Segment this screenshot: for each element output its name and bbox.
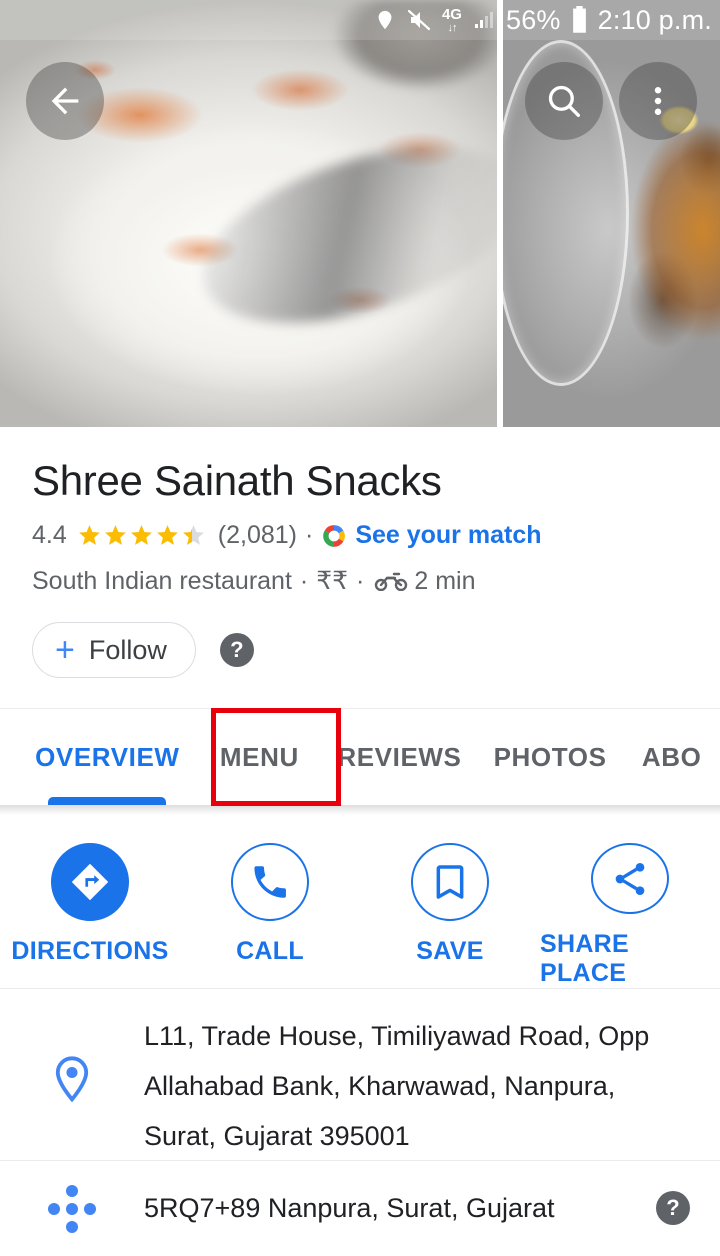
travel-time: 2 min <box>414 566 476 595</box>
action-save[interactable]: SAVE <box>360 843 540 988</box>
search-icon <box>548 85 581 118</box>
star-icon-partial <box>182 525 204 545</box>
tab-reviews[interactable]: REVIEWS <box>322 709 477 805</box>
tab-menu-label: MENU <box>219 742 299 772</box>
back-button[interactable] <box>26 62 104 140</box>
address-icon-wrap <box>0 1011 144 1113</box>
pluscode-help-button[interactable]: ? <box>656 1191 690 1225</box>
tab-reviews-label: REVIEWS <box>337 742 462 772</box>
photo-carousel[interactable] <box>0 0 720 427</box>
data-activity-arrows: ↓↑ <box>447 21 457 34</box>
save-button[interactable] <box>411 843 489 921</box>
action-button-row: DIRECTIONS CALL SAVE SHARE PLACE <box>0 815 720 988</box>
photo-secondary-image <box>503 0 720 427</box>
follow-help-button[interactable]: ? <box>219 633 254 667</box>
page-title: Shree Sainath Snacks <box>32 457 442 504</box>
address-text: L11, Trade House, Timiliyawad Road, Opp … <box>144 1021 650 1151</box>
action-share[interactable]: SHARE PLACE <box>540 843 720 988</box>
share-icon <box>615 862 645 895</box>
share-button[interactable] <box>591 843 669 914</box>
search-button[interactable] <box>525 62 603 140</box>
directions-button[interactable] <box>51 843 129 921</box>
tab-active-indicator <box>48 797 167 805</box>
pluscode-text: 5RQ7+89 Nanpura, Surat, Gujarat <box>144 1193 555 1223</box>
photo-secondary[interactable] <box>503 0 720 427</box>
follow-row: + Follow ? <box>0 596 720 678</box>
clock-label: 2:10 p.m. <box>597 4 712 35</box>
call-label: CALL <box>236 937 304 965</box>
follow-button[interactable]: + Follow <box>32 622 196 678</box>
directions-label: DIRECTIONS <box>11 937 169 965</box>
phone-icon <box>254 866 286 898</box>
rating-value: 4.4 <box>32 521 67 549</box>
star-icon <box>130 525 152 545</box>
back-arrow-icon <box>51 87 79 115</box>
meta-separator: · <box>356 566 365 595</box>
directions-arrow-icon <box>71 863 109 901</box>
place-category: South Indian restaurant <box>32 566 292 595</box>
motorcycle-icon <box>375 572 408 591</box>
status-bar: 4G ↓↑ 56% 2:10 p.m. <box>0 0 720 40</box>
meta-separator: · <box>304 521 314 549</box>
tab-bar[interactable]: OVERVIEW MENU REVIEWS PHOTOS ABO <box>0 708 720 805</box>
place-meta-row: South Indian restaurant · ₹₹ · 2 min <box>0 550 720 596</box>
signal-bars-icon <box>474 12 493 28</box>
review-count: (2,081) <box>217 521 297 549</box>
star-icon <box>78 525 100 545</box>
action-directions[interactable]: DIRECTIONS <box>0 843 180 988</box>
more-options-button[interactable] <box>619 62 697 140</box>
pluscode-icon-wrap <box>0 1179 144 1239</box>
share-label: SHARE PLACE <box>540 930 630 987</box>
meta-separator: · <box>299 566 309 595</box>
tab-photos[interactable]: PHOTOS <box>477 709 624 805</box>
follow-button-label: Follow <box>88 634 167 665</box>
tab-overview-label: OVERVIEW <box>35 742 180 772</box>
bookmark-icon <box>436 865 464 899</box>
rating-row: 4.4 (2,081) · See your match <box>0 505 720 550</box>
plus-icon: + <box>55 631 75 669</box>
plus-code-dots-icon <box>48 1184 96 1233</box>
pluscode-row[interactable]: 5RQ7+89 Nanpura, Surat, Gujarat ? <box>0 1161 720 1256</box>
google-match-donut-icon <box>323 524 346 547</box>
star-icon <box>156 525 178 545</box>
star-rating <box>77 523 206 548</box>
price-level: ₹₹ <box>316 567 349 595</box>
tab-menu[interactable]: MENU <box>197 709 323 805</box>
action-call[interactable]: CALL <box>180 843 360 988</box>
battery-icon <box>572 6 586 33</box>
star-icon <box>104 525 126 545</box>
save-label: SAVE <box>416 937 484 965</box>
tab-overview[interactable]: OVERVIEW <box>18 709 197 805</box>
network-indicator: 4G ↓↑ <box>442 7 462 34</box>
tab-about[interactable]: ABO <box>623 709 720 805</box>
more-vert-icon <box>654 86 662 116</box>
tab-photos-label: PHOTOS <box>493 742 607 772</box>
volume-mute-icon <box>407 9 431 31</box>
tab-bar-shadow <box>0 805 720 815</box>
see-your-match-link[interactable]: See your match <box>355 521 541 550</box>
map-pin-icon <box>55 1056 89 1103</box>
call-button[interactable] <box>231 843 309 921</box>
tab-about-label: ABO <box>641 742 702 772</box>
location-pin-icon <box>378 10 392 30</box>
network-type-label: 4G <box>441 5 462 23</box>
address-row[interactable]: L11, Trade House, Timiliyawad Road, Opp … <box>0 989 720 1161</box>
place-header: Shree Sainath Snacks 4.4 (2,081) · See y… <box>0 427 720 678</box>
battery-percent-label: 56% <box>505 4 561 35</box>
photo-primary[interactable] <box>0 0 497 427</box>
